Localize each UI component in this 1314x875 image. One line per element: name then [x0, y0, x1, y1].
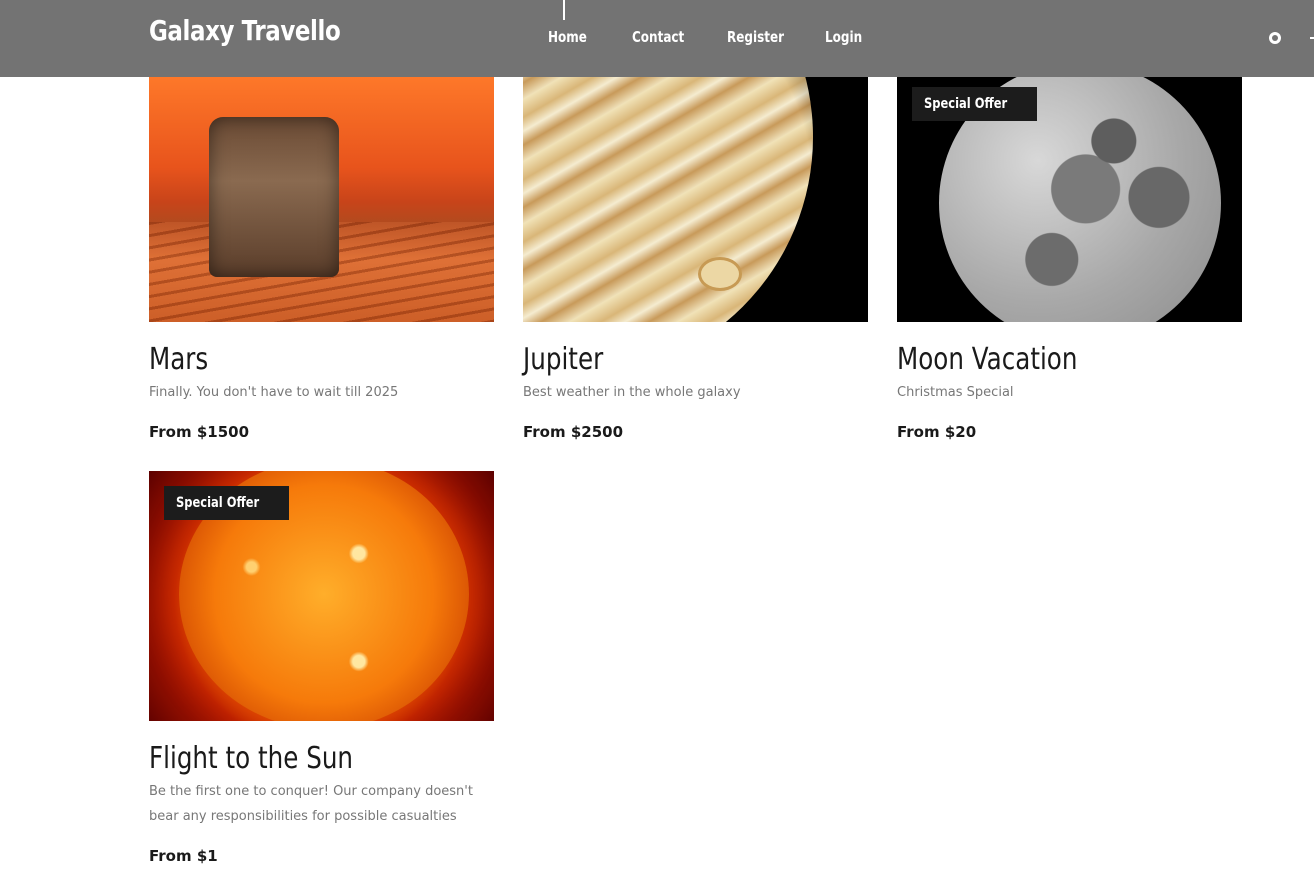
- nav-login-link[interactable]: Login: [825, 28, 862, 46]
- card-description: Christmas Special: [897, 385, 1014, 400]
- trip-card-jupiter[interactable]: Jupiter Best weather in the whole galaxy…: [523, 72, 868, 441]
- card-description: Best weather in the whole galaxy: [523, 385, 741, 400]
- card-image[interactable]: Special Offer: [149, 471, 494, 721]
- card-title[interactable]: Moon Vacation: [897, 342, 1180, 378]
- special-offer-badge: Special Offer: [912, 87, 1038, 121]
- trip-card-sun[interactable]: Special Offer Flight to the Sun Be the f…: [149, 471, 494, 865]
- trip-card-moon[interactable]: Special Offer Moon Vacation Christmas Sp…: [897, 72, 1242, 441]
- card-price: From $2500: [523, 423, 624, 441]
- site-header: Galaxy Travello Home Contact Register Lo…: [0, 0, 1314, 77]
- card-image[interactable]: [523, 72, 868, 322]
- card-description: Finally. You don't have to wait till 202…: [149, 385, 399, 400]
- mars-rover: [209, 117, 339, 277]
- card-image[interactable]: [149, 72, 494, 322]
- special-offer-badge: Special Offer: [164, 486, 290, 520]
- badge-label: Special Offer: [176, 495, 260, 511]
- jupiter-red-spot: [698, 257, 742, 291]
- nav-register-link[interactable]: Register: [727, 28, 784, 46]
- active-nav-indicator: [563, 0, 565, 20]
- overflow-icon[interactable]: [1310, 37, 1314, 39]
- jupiter-image: [523, 72, 868, 322]
- trip-card-mars[interactable]: Mars Finally. You don't have to wait til…: [149, 72, 494, 441]
- card-title[interactable]: Jupiter: [523, 342, 806, 378]
- card-price: From $1: [149, 847, 218, 865]
- card-description: Be the first one to conquer! Our company…: [149, 784, 473, 824]
- card-title[interactable]: Mars: [149, 342, 432, 378]
- brand-logo[interactable]: Galaxy Travello: [149, 14, 341, 47]
- nav-home-link[interactable]: Home: [548, 28, 587, 46]
- card-price: From $1500: [149, 423, 250, 441]
- mars-image: [149, 72, 494, 322]
- pinterest-icon[interactable]: [1269, 32, 1281, 44]
- card-image[interactable]: Special Offer: [897, 72, 1242, 322]
- card-title[interactable]: Flight to the Sun: [149, 741, 432, 777]
- jupiter-planet: [523, 72, 813, 322]
- badge-label: Special Offer: [924, 96, 1008, 112]
- nav-contact-link[interactable]: Contact: [632, 28, 684, 46]
- card-price: From $20: [897, 423, 977, 441]
